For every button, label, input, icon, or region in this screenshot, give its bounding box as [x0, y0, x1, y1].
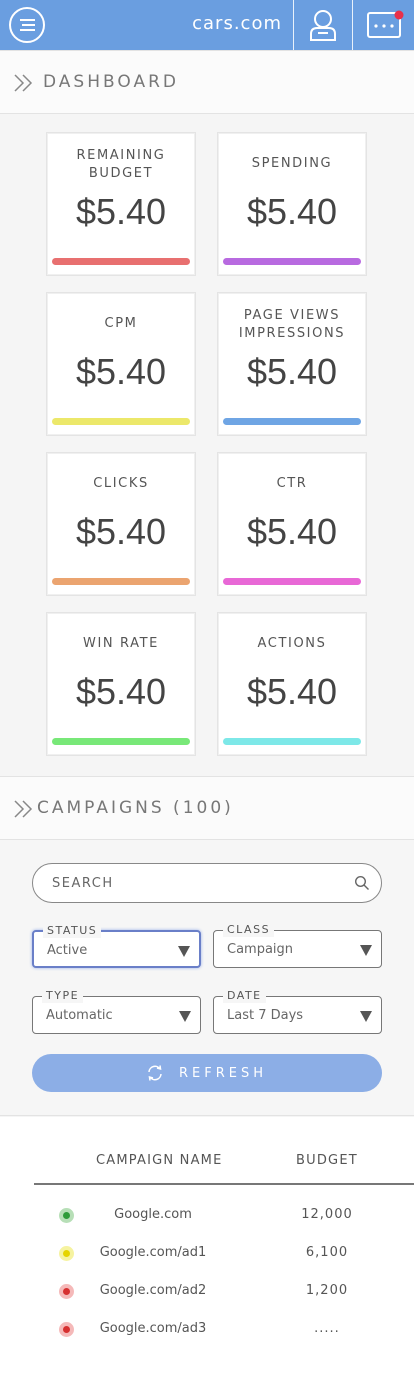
brand-title: cars.com	[192, 13, 282, 34]
metric-label: SPENDING	[251, 156, 333, 171]
date-select[interactable]: DATE Last 7 Days	[213, 989, 382, 1034]
campaign-name-cell[interactable]: Google.com/ad3	[88, 1321, 218, 1336]
metric-color-bar	[223, 738, 361, 745]
user-icon	[310, 10, 336, 41]
budget-cell: 6,100	[305, 1245, 349, 1260]
double-chevron-right-icon	[14, 800, 33, 818]
refresh-icon	[148, 1065, 162, 1081]
status-select[interactable]: STATUS Active	[32, 924, 201, 968]
class-select[interactable]: CLASS Campaign	[213, 923, 382, 968]
search-input[interactable]: SEARCH	[32, 863, 382, 903]
caret-down-icon	[178, 946, 190, 957]
dashboard-title: DASHBOARD	[43, 72, 179, 92]
campaign-name-cell[interactable]: Google.com/ad1	[88, 1245, 218, 1260]
metric-card-actions[interactable]: ACTIONS $5.40	[217, 612, 367, 756]
date-legend: DATE	[223, 989, 266, 1003]
metric-card-clicks[interactable]: CLICKS $5.40	[46, 452, 196, 596]
caret-down-icon	[360, 945, 372, 956]
metric-label: CTR	[276, 476, 308, 491]
date-value: Last 7 Days	[227, 1008, 304, 1023]
status-dot-icon	[59, 1246, 74, 1261]
metric-value: $5.40	[246, 671, 338, 712]
status-value: Active	[47, 943, 88, 958]
metric-value: $5.40	[75, 191, 167, 232]
class-legend: CLASS	[223, 923, 275, 937]
status-dot-icon	[59, 1284, 74, 1299]
campaign-name-cell[interactable]: Google.com	[88, 1207, 218, 1222]
status-dot-icon	[59, 1322, 74, 1337]
metric-card-ctr[interactable]: CTR $5.40	[217, 452, 367, 596]
type-value: Automatic	[46, 1008, 113, 1023]
table-row[interactable]: Google.com/ad3.....	[0, 1315, 414, 1345]
metric-label: PAGE VIEWS IMPRESSIONS	[238, 308, 346, 341]
metric-label: CLICKS	[93, 476, 149, 491]
budget-cell: .....	[314, 1321, 340, 1336]
metric-color-bar	[52, 418, 190, 425]
metric-card-remaining-budget[interactable]: REMAINING BUDGET $5.40	[46, 132, 196, 276]
messages-button[interactable]	[353, 0, 414, 50]
metric-value: $5.40	[75, 671, 167, 712]
search-placeholder: SEARCH	[52, 876, 114, 891]
metric-label: ACTIONS	[257, 636, 327, 651]
metric-color-bar	[223, 258, 361, 265]
metric-color-bar	[52, 578, 190, 585]
refresh-label: REFRESH	[179, 1066, 267, 1081]
type-legend: TYPE	[42, 989, 84, 1003]
table-row[interactable]: Google.com/ad2 1,200	[0, 1277, 414, 1307]
metric-color-bar	[223, 418, 361, 425]
caret-down-icon	[179, 1011, 191, 1022]
metric-label: WIN RATE	[83, 636, 159, 651]
top-bar: cars.com	[0, 0, 414, 50]
class-value: Campaign	[227, 942, 294, 957]
metric-color-bar	[52, 258, 190, 265]
table-row[interactable]: Google.com/ad1 6,100	[0, 1239, 414, 1269]
metric-card-win-rate[interactable]: WIN RATE $5.40	[46, 612, 196, 756]
dashboard-header: DASHBOARD	[0, 50, 414, 114]
type-select[interactable]: TYPE Automatic	[32, 989, 201, 1034]
campaigns-table: CAMPAIGN NAME BUDGET Google.com 12,000 Goo…	[0, 1117, 414, 1381]
budget-cell: 12,000	[301, 1207, 353, 1222]
campaign-filters: SEARCH STATUS Active CLASS Campaign TYPE…	[0, 840, 414, 1116]
menu-icon[interactable]	[9, 7, 45, 43]
metric-value: $5.40	[246, 511, 338, 552]
metric-label: REMAINING BUDGET	[76, 148, 166, 181]
column-header-budget[interactable]: BUDGET	[296, 1153, 358, 1168]
user-profile-button[interactable]	[294, 0, 352, 50]
header-divider	[34, 1183, 414, 1185]
caret-down-icon	[360, 1011, 372, 1022]
campaign-name-cell[interactable]: Google.com/ad2	[88, 1283, 218, 1298]
table-row[interactable]: Google.com 12,000	[0, 1201, 414, 1231]
budget-cell: 1,200	[305, 1283, 349, 1298]
metric-value: $5.40	[75, 511, 167, 552]
status-dot-icon	[59, 1208, 74, 1223]
refresh-button[interactable]: REFRESH	[32, 1054, 382, 1092]
metric-card-spending[interactable]: SPENDING $5.40	[217, 132, 367, 276]
metric-value: $5.40	[246, 351, 338, 392]
message-icon	[367, 10, 404, 38]
metric-card-page-views-impressions[interactable]: PAGE VIEWS IMPRESSIONS $5.40	[217, 292, 367, 436]
campaigns-title: CAMPAIGNS (100)	[37, 798, 234, 818]
metric-value: $5.40	[75, 351, 167, 392]
search-icon[interactable]	[354, 875, 370, 891]
metric-card-cpm[interactable]: CPM $5.40	[46, 292, 196, 436]
metric-color-bar	[52, 738, 190, 745]
column-header-campaign-name[interactable]: CAMPAIGN NAME	[96, 1153, 223, 1168]
status-legend: STATUS	[43, 924, 102, 938]
metric-label: CPM	[104, 316, 138, 331]
metric-color-bar	[223, 578, 361, 585]
metric-value: $5.40	[246, 191, 338, 232]
campaigns-header: CAMPAIGNS (100)	[0, 776, 414, 840]
double-chevron-right-icon	[14, 74, 33, 92]
